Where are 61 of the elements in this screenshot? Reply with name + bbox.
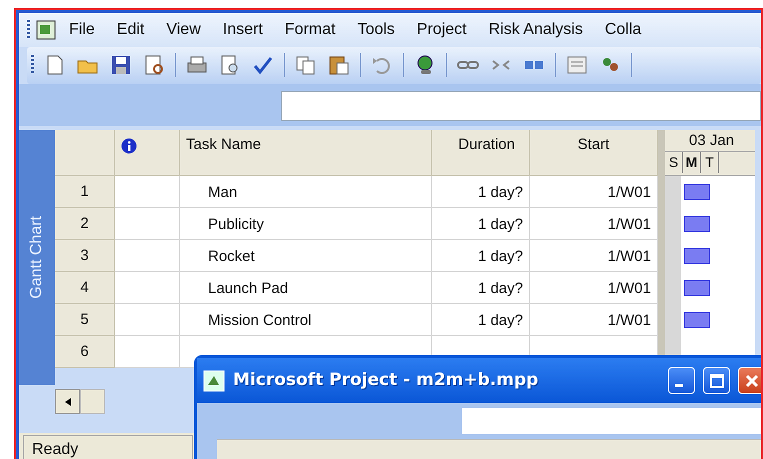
entry-field[interactable] <box>281 90 761 121</box>
scroll-left-button[interactable] <box>55 389 80 414</box>
menu-item[interactable]: View <box>155 18 212 42</box>
menu-item[interactable]: Edit <box>106 18 156 42</box>
table-cell <box>115 272 180 304</box>
row-number[interactable]: 4 <box>55 272 115 304</box>
timescale-label: 03 Jan <box>665 130 755 152</box>
duration-value: 1 day? <box>432 304 530 336</box>
minimize-button[interactable] <box>668 367 695 394</box>
column-header[interactable] <box>115 130 180 176</box>
minimize-icon <box>675 384 683 387</box>
task-bar[interactable] <box>684 184 710 200</box>
header-cell <box>55 130 115 176</box>
day-label: M <box>683 152 701 173</box>
menu-item[interactable]: Tools <box>346 18 406 42</box>
duration-value: 1 day? <box>432 176 530 208</box>
day-label: T <box>701 152 719 173</box>
menu-item[interactable]: File <box>58 18 106 42</box>
task-bar[interactable] <box>684 216 710 232</box>
task-name: Man <box>180 176 432 208</box>
document-icon <box>34 18 58 42</box>
column-header[interactable]: Task Name <box>180 130 432 176</box>
table-cell <box>115 208 180 240</box>
task-bar[interactable] <box>684 248 710 264</box>
window-title: Microsoft Project - m2m+b.mpp <box>233 368 540 392</box>
menu-item[interactable]: Colla <box>594 18 652 42</box>
status-text: Ready <box>23 435 193 459</box>
row-number[interactable]: 1 <box>55 176 115 208</box>
table-cell <box>115 176 180 208</box>
row-number[interactable]: 6 <box>55 336 115 368</box>
table-cell <box>115 240 180 272</box>
task-name: Publicity <box>180 208 432 240</box>
close-button[interactable] <box>738 367 761 394</box>
menu-item[interactable]: Risk Analysis <box>478 18 594 42</box>
menu-item[interactable]: Insert <box>212 18 274 42</box>
row-number[interactable]: 5 <box>55 304 115 336</box>
menu-item[interactable]: Format <box>274 18 346 42</box>
maximize-icon <box>710 374 724 388</box>
maximize-button[interactable] <box>703 367 730 394</box>
day-label: S <box>665 152 683 173</box>
task-name: Rocket <box>180 240 432 272</box>
scroll-track[interactable] <box>80 389 105 414</box>
column-header[interactable]: Start <box>530 130 658 176</box>
task-bar[interactable] <box>684 312 710 328</box>
left-arrow-icon <box>64 398 70 406</box>
task-name: Launch Pad <box>180 272 432 304</box>
duration-value: 1 day? <box>432 272 530 304</box>
task-bar[interactable] <box>684 280 710 296</box>
close-icon <box>744 374 758 388</box>
app-icon <box>203 370 225 392</box>
row-number[interactable]: 2 <box>55 208 115 240</box>
entry-field[interactable] <box>462 408 761 434</box>
row-number[interactable]: 3 <box>55 240 115 272</box>
info-icon <box>121 138 137 154</box>
duration-value: 1 day? <box>432 240 530 272</box>
task-name: Mission Control <box>180 304 432 336</box>
table-cell <box>115 304 180 336</box>
duration-value: 1 day? <box>432 208 530 240</box>
menu-item[interactable]: Project <box>406 18 478 42</box>
weekend-shading <box>665 176 681 208</box>
column-header[interactable]: Duration <box>432 130 530 176</box>
